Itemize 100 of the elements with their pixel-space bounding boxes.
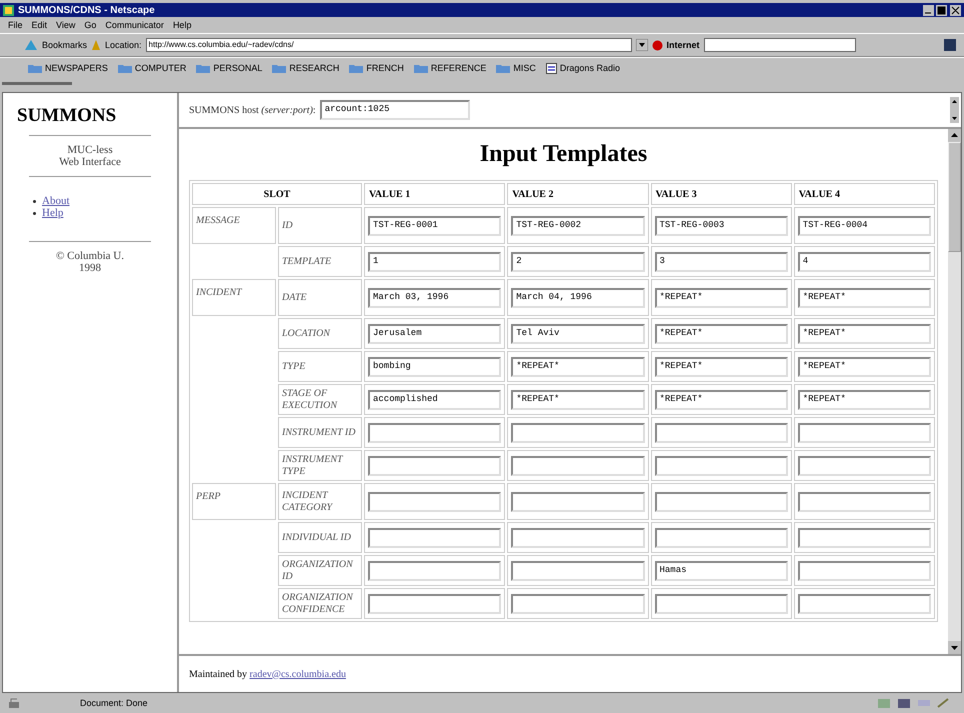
page-icon: [546, 62, 557, 74]
bookmark-folder[interactable]: COMPUTER: [118, 63, 186, 73]
value-field[interactable]: *REPEAT*: [798, 324, 931, 344]
email-link[interactable]: radev@cs.columbia.edu: [250, 668, 346, 680]
related-button[interactable]: Internet: [666, 40, 700, 50]
value-field[interactable]: *REPEAT*: [511, 390, 644, 410]
value-field[interactable]: TST-REG-0004: [798, 216, 931, 236]
search-field[interactable]: [704, 38, 856, 52]
menu-item[interactable]: File: [8, 20, 23, 30]
value-field[interactable]: [654, 594, 788, 614]
bookmark-folder[interactable]: NEWSPAPERS: [28, 63, 108, 73]
value-field[interactable]: *REPEAT*: [654, 288, 788, 308]
scroll-up-icon[interactable]: [948, 129, 961, 142]
value-field[interactable]: TST-REG-0002: [511, 216, 644, 236]
value-field[interactable]: [798, 594, 931, 614]
value-field[interactable]: *REPEAT*: [798, 356, 931, 376]
site-title: SUMMONS: [16, 105, 118, 127]
value-field[interactable]: 4: [798, 252, 931, 272]
host-field[interactable]: arcount:1025: [320, 100, 470, 120]
column-header: VALUE 1: [364, 183, 506, 205]
menu-item[interactable]: View: [56, 20, 76, 30]
copyright-text: 1998: [78, 262, 102, 274]
security-icon: [8, 697, 20, 709]
sidebar-link[interactable]: About: [42, 195, 70, 207]
value-field[interactable]: [511, 456, 644, 476]
value-field[interactable]: [368, 560, 502, 580]
status-text: Document: Done: [80, 698, 148, 708]
host-label: SUMMONS host (server:port):: [189, 104, 316, 116]
bookmark-folder[interactable]: PERSONAL: [196, 63, 262, 73]
value-field[interactable]: TST-REG-0003: [654, 216, 788, 236]
value-field[interactable]: accomplished: [368, 390, 502, 410]
value-field[interactable]: [511, 422, 644, 442]
slot-cell: DATE: [278, 279, 362, 316]
menu-item[interactable]: Help: [172, 20, 192, 30]
location-field[interactable]: http://www.cs.columbia.edu/~radev/cdns/: [146, 38, 632, 52]
value-field[interactable]: [654, 456, 788, 476]
value-field[interactable]: [368, 456, 502, 476]
value-field[interactable]: [511, 560, 644, 580]
value-field[interactable]: [511, 492, 644, 512]
value-field[interactable]: bombing: [368, 356, 502, 376]
bookmark-folder[interactable]: FRENCH: [349, 63, 404, 73]
value-field[interactable]: [798, 492, 931, 512]
page-heading: Input Templates: [478, 141, 648, 168]
value-field[interactable]: [798, 560, 931, 580]
dropdown-icon[interactable]: [636, 39, 648, 51]
value-field[interactable]: [368, 492, 502, 512]
value-field[interactable]: 3: [654, 252, 788, 272]
group-cell: PERP: [192, 483, 276, 520]
value-field[interactable]: [368, 594, 502, 614]
value-field[interactable]: Jerusalem: [368, 324, 502, 344]
value-field[interactable]: *REPEAT*: [654, 390, 788, 410]
scrollbar[interactable]: [948, 129, 961, 654]
value-field[interactable]: [798, 528, 931, 548]
scrollbar-icon[interactable]: [950, 97, 959, 123]
folder-icon: [118, 63, 132, 73]
value-field[interactable]: 1: [368, 252, 502, 272]
slot-cell: TEMPLATE: [278, 246, 362, 277]
value-field[interactable]: *REPEAT*: [798, 288, 931, 308]
menu-item[interactable]: Edit: [32, 20, 48, 30]
value-field[interactable]: March 04, 1996: [511, 288, 644, 308]
value-field[interactable]: TST-REG-0001: [368, 216, 502, 236]
value-field[interactable]: 2: [511, 252, 644, 272]
value-field[interactable]: [511, 594, 644, 614]
value-field[interactable]: *REPEAT*: [798, 390, 931, 410]
bookmark-folder[interactable]: RESEARCH: [272, 63, 340, 73]
menu-item[interactable]: Go: [84, 20, 96, 30]
value-field[interactable]: *REPEAT*: [511, 356, 644, 376]
value-field[interactable]: [798, 456, 931, 476]
value-field[interactable]: [654, 492, 788, 512]
value-field[interactable]: [654, 528, 788, 548]
value-field[interactable]: *REPEAT*: [654, 324, 788, 344]
folder-icon: [349, 63, 364, 73]
menu-item[interactable]: Communicator: [105, 20, 164, 30]
slot-cell: ORGANIZATION ID: [278, 555, 362, 586]
window-controls-icon[interactable]: [923, 4, 961, 16]
slot-cell: INSTRUMENT ID: [278, 417, 362, 448]
scroll-down-icon[interactable]: [948, 641, 961, 654]
bookmark-folder[interactable]: REFERENCE: [414, 63, 486, 73]
sidebar-link[interactable]: Help: [42, 207, 64, 219]
value-field[interactable]: *REPEAT*: [654, 356, 788, 376]
value-field[interactable]: March 03, 1996: [368, 288, 502, 308]
slot-cell: ID: [278, 207, 362, 244]
bookmark-folder[interactable]: MISC: [496, 63, 536, 73]
value-field[interactable]: [368, 528, 502, 548]
value-field[interactable]: [798, 422, 931, 442]
slot-cell: LOCATION: [278, 318, 362, 349]
scroll-thumb[interactable]: [948, 142, 961, 252]
value-field[interactable]: Tel Aviv: [511, 324, 644, 344]
bookmark-folder[interactable]: Dragons Radio: [546, 62, 620, 74]
column-header: SLOT: [192, 183, 362, 205]
slot-cell: INDIVIDUAL ID: [278, 522, 362, 553]
copyright-text: © Columbia U.: [55, 250, 125, 262]
folder-icon: [414, 63, 428, 73]
value-field[interactable]: [368, 422, 502, 442]
value-field[interactable]: [511, 528, 644, 548]
bookmarks-button[interactable]: Bookmarks: [42, 40, 88, 50]
folder-icon: [196, 63, 210, 73]
value-field[interactable]: [654, 422, 788, 442]
value-field[interactable]: Hamas: [654, 560, 788, 580]
slot-cell: ORGANIZATION CONFIDENCE: [278, 588, 362, 619]
